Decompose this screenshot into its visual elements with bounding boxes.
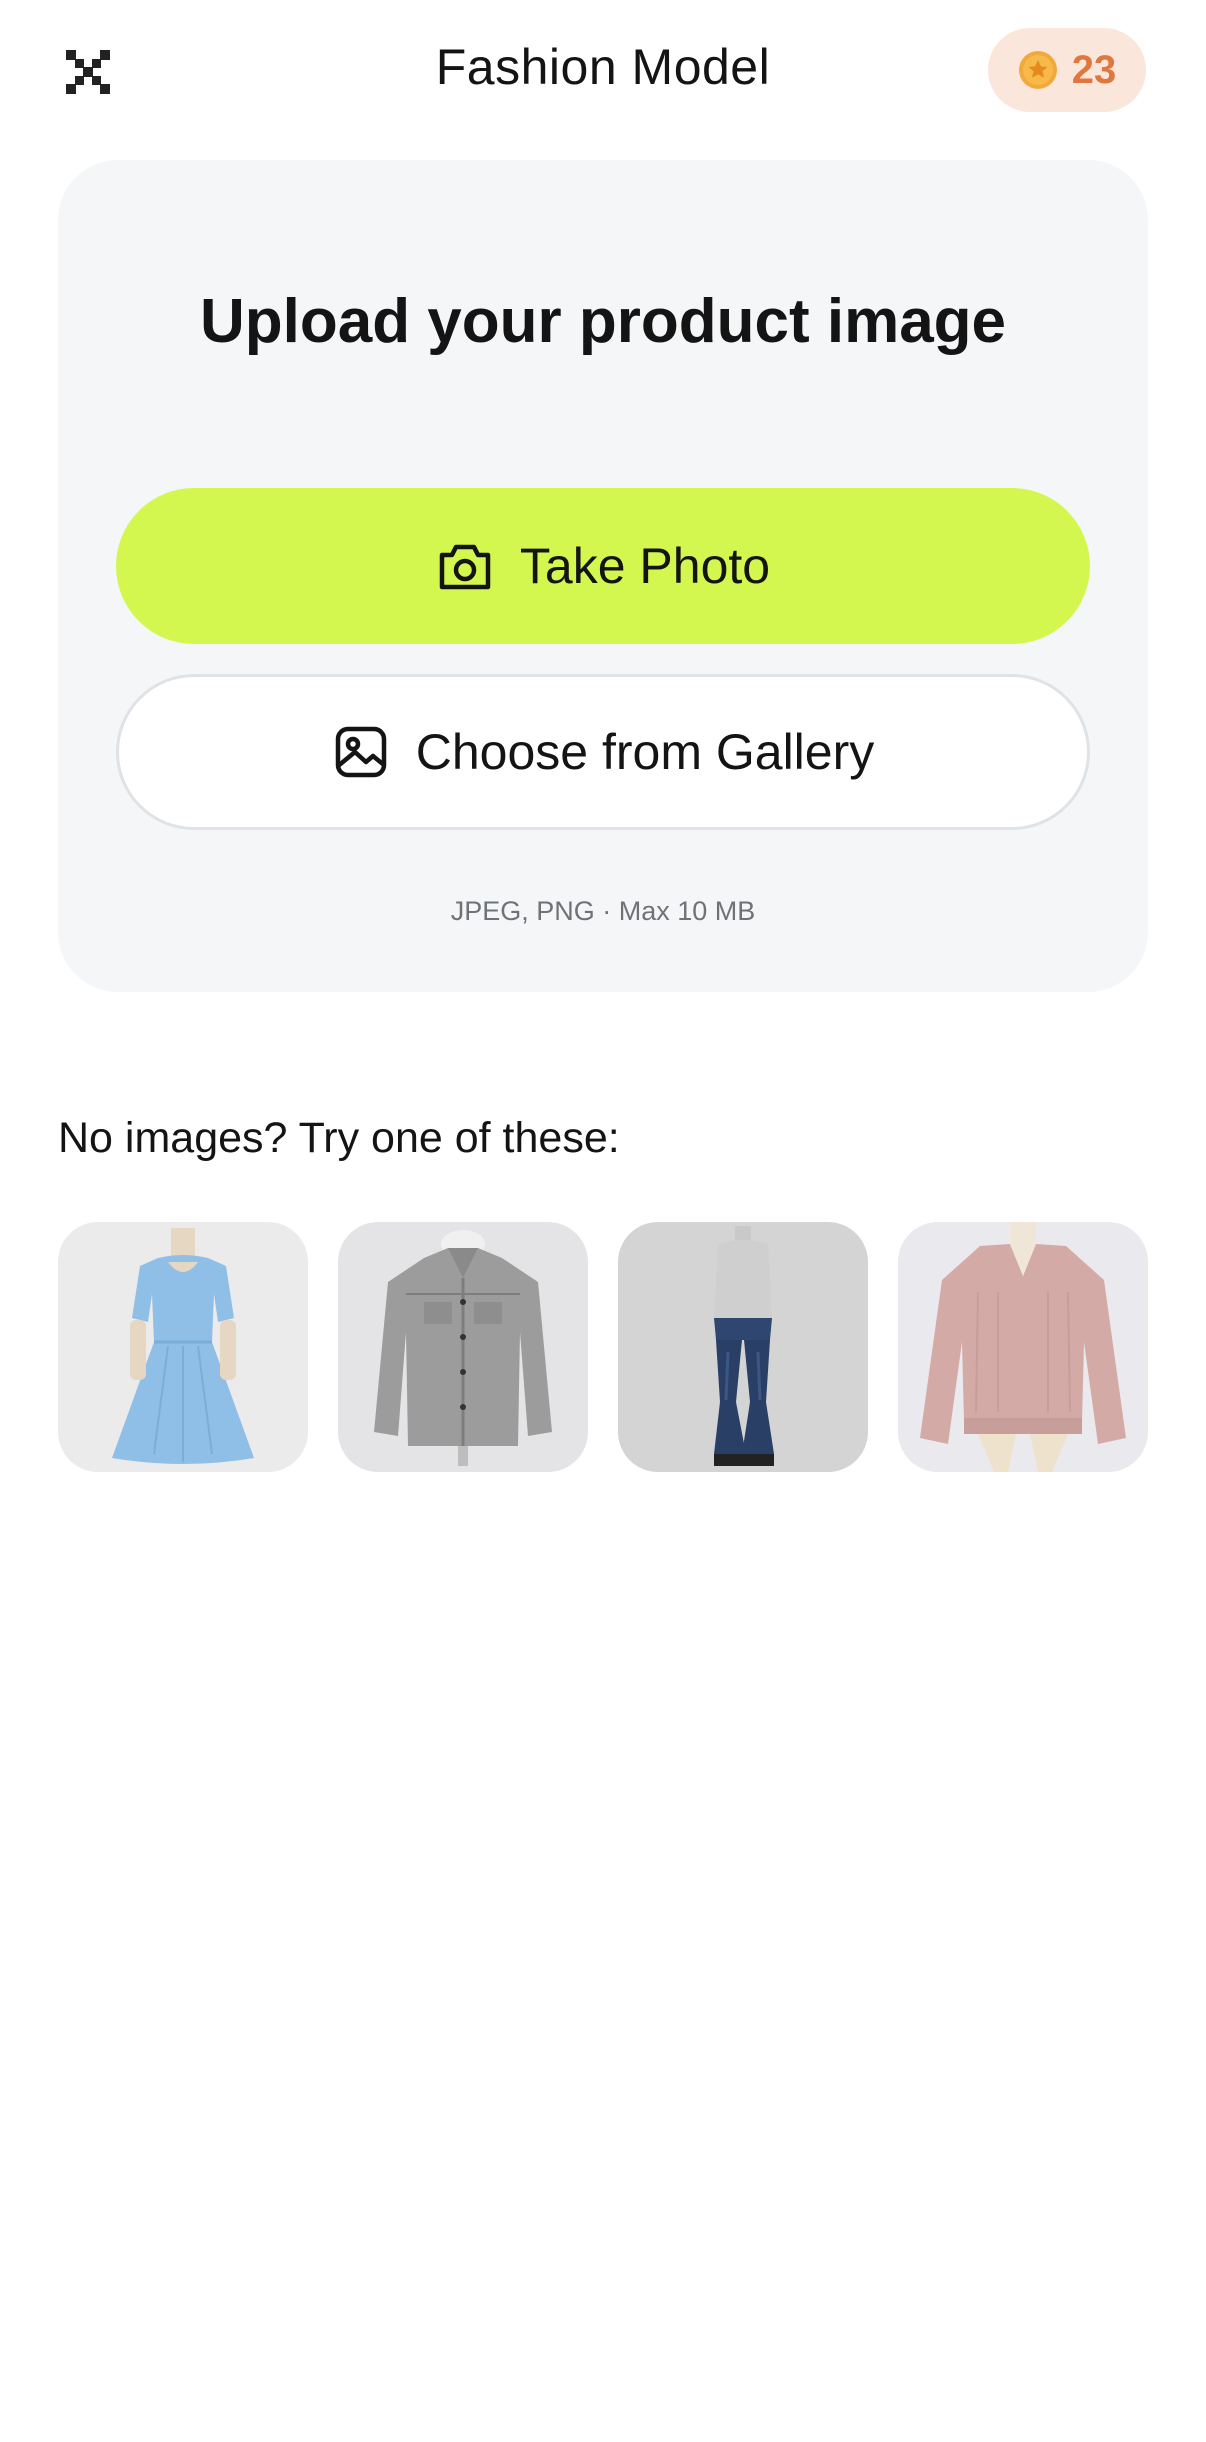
file-format-hint: JPEG, PNG · Max 10 MB [450, 896, 756, 926]
fashion-model-screen: Fashion Model 23 Upload your product ima… [0, 0, 1206, 2442]
sample-grey-shirt[interactable] [338, 1222, 588, 1472]
sample-images-row [58, 1222, 1148, 1472]
camera-icon [436, 537, 494, 595]
samples-heading: No images? Try one of these: [58, 1114, 620, 1162]
coin-count: 23 [1071, 47, 1117, 92]
upload-card: Upload your product image Take Photo Cho… [58, 160, 1148, 992]
sample-pink-sweater[interactable] [898, 1222, 1148, 1472]
coin-balance-button[interactable]: 23 [988, 28, 1146, 112]
sample-flare-jeans[interactable] [618, 1222, 868, 1472]
sample-blue-dress[interactable] [58, 1222, 308, 1472]
close-icon [66, 50, 110, 94]
image-icon [332, 723, 390, 781]
upload-title: Upload your product image [199, 287, 1007, 356]
star-coin-icon [1018, 50, 1058, 90]
choose-from-gallery-label: Choose from Gallery [415, 724, 875, 780]
close-button[interactable] [58, 42, 118, 102]
choose-from-gallery-button[interactable]: Choose from Gallery [116, 674, 1090, 830]
header: Fashion Model 23 [0, 0, 1206, 140]
take-photo-label: Take Photo [519, 538, 771, 594]
take-photo-button[interactable]: Take Photo [116, 488, 1090, 644]
